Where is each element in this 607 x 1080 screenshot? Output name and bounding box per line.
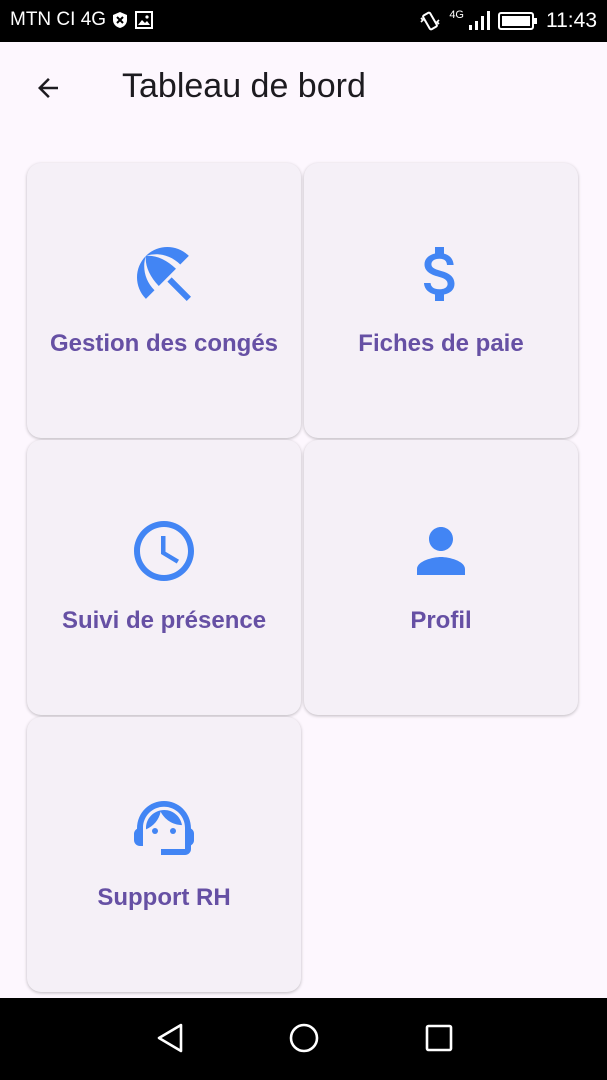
page-title: Tableau de bord <box>122 67 366 105</box>
app-bar: Tableau de bord <box>0 42 607 138</box>
system-nav-bar <box>0 998 607 1080</box>
network-type: 4G <box>449 9 464 21</box>
person-icon <box>405 515 477 587</box>
recents-square-icon <box>424 1023 454 1058</box>
card-fiches-paie[interactable]: Fiches de paie <box>304 163 578 438</box>
card-label: Suivi de présence <box>61 607 267 634</box>
status-left: MTN CI 4G <box>10 9 154 31</box>
nav-home-button[interactable] <box>282 1018 326 1062</box>
image-icon <box>134 10 154 30</box>
nav-recents-button[interactable] <box>417 1018 461 1062</box>
home-circle-icon <box>288 1022 320 1059</box>
card-label: Gestion des congés <box>49 330 279 357</box>
status-bar: MTN CI 4G 4G 11:43 <box>0 0 607 42</box>
shield-icon <box>112 11 128 29</box>
arrow-back-icon <box>33 73 63 108</box>
clock-icon <box>128 515 200 587</box>
dashboard-grid: Gestion des congés Fiches de paie Suivi … <box>27 163 578 992</box>
battery-icon <box>498 11 538 31</box>
back-triangle-icon <box>155 1022 185 1059</box>
card-profil[interactable]: Profil <box>304 440 578 715</box>
status-right: 4G 11:43 <box>419 9 597 33</box>
support-agent-icon <box>128 792 200 864</box>
card-support-rh[interactable]: Support RH <box>27 717 301 992</box>
dollar-icon <box>405 238 477 310</box>
nav-back-button[interactable] <box>148 1018 192 1062</box>
signal-icon <box>468 11 490 31</box>
card-gestion-conges[interactable]: Gestion des congés <box>27 163 301 438</box>
card-label: Support RH <box>97 884 231 911</box>
vibrate-icon <box>419 10 441 32</box>
carrier-label: MTN CI 4G <box>10 9 107 30</box>
card-label: Fiches de paie <box>358 330 524 357</box>
card-suivi-presence[interactable]: Suivi de présence <box>27 440 301 715</box>
back-button[interactable] <box>24 70 72 110</box>
clock-time: 11:43 <box>546 9 597 32</box>
beach-umbrella-icon <box>128 238 200 310</box>
card-label: Profil <box>410 607 472 634</box>
